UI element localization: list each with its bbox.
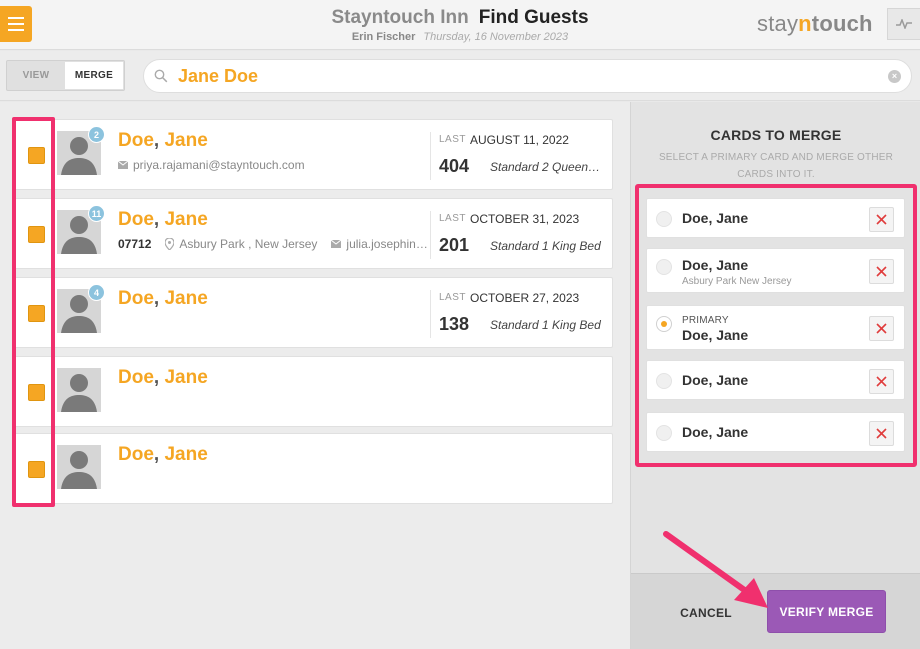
stay-count-badge: 2 [88, 126, 105, 143]
last-stay-label: LAST [439, 292, 467, 303]
guest-name[interactable]: Doe, Jane [118, 444, 208, 466]
guest-result-card[interactable]: 2 Doe, Jane priya.rajamani@stayntouch.co… [12, 119, 613, 190]
search-bar-row: VIEW MERGE Jane Doe × [0, 51, 920, 101]
guest-result-card[interactable]: Doe, Jane [12, 433, 613, 504]
business-date: Thursday, 16 November 2023 [423, 31, 569, 43]
user-name: Erin Fischer [351, 31, 416, 43]
last-stay-label: LAST [439, 134, 467, 145]
page-title-block: Stayntouch Inn Find Guests Erin Fischer Th… [300, 7, 620, 43]
last-stay-date: OCTOBER 27, 2023 [470, 291, 580, 305]
guest-avatar [57, 445, 101, 489]
guest-location: Asbury Park , New Jersey [179, 237, 318, 251]
guest-name[interactable]: Doe, Jane [118, 209, 208, 231]
guest-email: priya.rajamani@stayntouch.com [133, 158, 305, 172]
activity-button[interactable] [887, 8, 920, 40]
email-icon [118, 161, 128, 169]
merge-panel: CARDS TO MERGE SELECT A PRIMARY CARD AND… [630, 102, 920, 649]
view-toggle-button[interactable]: VIEW [7, 61, 65, 90]
guest-search-input[interactable]: Jane Doe × [143, 59, 912, 93]
room-type: Standard 1 King Bed [490, 318, 601, 332]
card-divider [430, 132, 431, 180]
guest-name[interactable]: Doe, Jane [118, 288, 208, 310]
last-stay-date: AUGUST 11, 2022 [470, 133, 569, 147]
room-number: 138 [439, 314, 470, 334]
card-divider [430, 211, 431, 259]
menu-bar-icon [8, 23, 24, 25]
guest-result-card[interactable]: 4 Doe, Jane LAST OCTOBER 27, 2023 138 St… [12, 277, 613, 348]
cancel-button[interactable]: CANCEL [661, 598, 751, 628]
hamburger-menu-button[interactable] [0, 6, 32, 42]
merge-cards-highlight [635, 184, 917, 467]
merge-panel-instructions: SELECT A PRIMARY CARD AND MERGE OTHER CA… [658, 152, 894, 180]
card-divider [430, 290, 431, 338]
menu-bar-icon [8, 17, 24, 19]
last-stay-date: OCTOBER 31, 2023 [470, 212, 580, 226]
guest-name[interactable]: Doe, Jane [118, 367, 208, 389]
guest-result-card[interactable]: Doe, Jane [12, 356, 613, 427]
view-merge-toggle: VIEW MERGE [6, 60, 125, 91]
merge-panel-title: CARDS TO MERGE [710, 127, 842, 143]
merge-actions-bar: CANCEL VERIFY MERGE [631, 573, 920, 649]
guest-name[interactable]: Doe, Jane [118, 130, 208, 152]
room-type: Standard 1 King Bed [490, 239, 601, 253]
clear-icon[interactable]: × [888, 70, 901, 83]
room-type: Standard 2 Queen Beds [490, 160, 602, 174]
menu-bar-icon [8, 29, 24, 31]
search-value: Jane Doe [178, 66, 259, 86]
activity-chart-icon [896, 19, 912, 29]
page-title: Find Guests [478, 7, 589, 28]
guest-results-list: 2 Doe, Jane priya.rajamani@stayntouch.co… [0, 102, 630, 649]
email-icon [331, 240, 342, 248]
guest-zip: 07712 [118, 237, 152, 251]
stay-count-badge: 4 [88, 284, 105, 301]
stayntouch-logo: stayntouch [757, 11, 873, 36]
checkbox-column-highlight [12, 117, 55, 507]
guest-email: julia.josephine@stayntouch.com [346, 237, 428, 251]
app-header: Stayntouch Inn Find Guests Erin Fischer Th… [0, 0, 920, 50]
guest-contact-line: 07712 Asbury Park , New Jersey julia.jos… [118, 237, 428, 251]
merge-toggle-button[interactable]: MERGE [65, 62, 123, 89]
search-icon [154, 69, 168, 83]
hotel-name: Stayntouch Inn [331, 7, 469, 28]
guest-contact-line: priya.rajamani@stayntouch.com [118, 158, 305, 172]
location-pin-icon [165, 238, 175, 250]
guest-result-card[interactable]: 11 Doe, Jane 07712 Asbury Park , New Jer… [12, 198, 613, 269]
verify-merge-button[interactable]: VERIFY MERGE [767, 590, 886, 633]
room-number: 404 [439, 156, 470, 176]
last-stay-label: LAST [439, 213, 467, 224]
guest-avatar [57, 368, 101, 412]
room-number: 201 [439, 235, 470, 255]
stay-count-badge: 11 [88, 205, 105, 222]
